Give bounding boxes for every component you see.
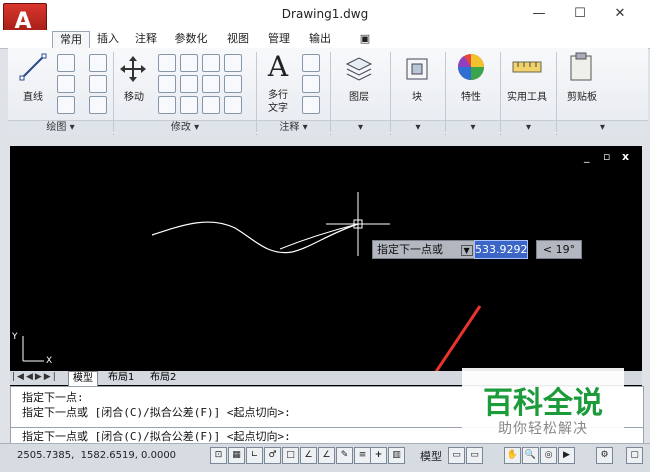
watermark-title: 百科全说 xyxy=(483,386,603,421)
pan-icon[interactable]: ✋ xyxy=(504,447,521,464)
quick-properties-button[interactable]: ▥ xyxy=(388,447,405,464)
move-button-label[interactable]: 移动 xyxy=(116,88,152,103)
tab-home[interactable]: 常用 xyxy=(52,31,90,48)
workspace-switch-icon[interactable]: ⚙ xyxy=(596,447,613,464)
hatch-icon[interactable] xyxy=(89,96,107,114)
draw-panel-label: 绘图 xyxy=(46,122,67,133)
trim-icon[interactable] xyxy=(202,54,220,72)
dynamic-length-input[interactable]: 533.9292 xyxy=(474,240,528,259)
coordinate-readout: 2505.7385, 1582.6519, 0.0000 xyxy=(17,450,177,461)
properties-button-label[interactable]: 特性 xyxy=(452,88,490,103)
ducs-button[interactable]: ∠ xyxy=(318,447,335,464)
clean-screen-button[interactable]: ▢ xyxy=(626,447,643,464)
dynamic-input-prompt: 指定下一点或 ▼ xyxy=(372,240,478,259)
tab-model[interactable]: 模型 xyxy=(68,371,98,387)
watermark-subtitle: 助你轻松解决 xyxy=(498,421,588,437)
utilities-button-label[interactable]: 实用工具 xyxy=(502,88,552,103)
mtext-label-2[interactable]: 文字 xyxy=(260,99,296,114)
utilities-panel-expander[interactable]: ▾ xyxy=(501,120,556,135)
rectangle-icon[interactable] xyxy=(89,75,107,93)
tab-output[interactable]: 输出 xyxy=(304,31,336,47)
stretch-icon[interactable] xyxy=(202,75,220,93)
spline-curve xyxy=(151,221,359,254)
explode-icon[interactable] xyxy=(224,75,242,93)
mirror-icon[interactable] xyxy=(158,75,176,93)
model-space-label[interactable]: 模型 xyxy=(420,448,442,464)
clipboard-button-label[interactable]: 剪贴板 xyxy=(560,88,604,103)
erase-icon[interactable] xyxy=(224,54,242,72)
infer-constraints-button[interactable]: ⊡ xyxy=(210,447,227,464)
zoom-icon[interactable]: 🔍 xyxy=(522,447,539,464)
line-icon[interactable] xyxy=(18,52,48,82)
circle-icon[interactable] xyxy=(57,75,75,93)
block-panel-expander[interactable]: ▾ xyxy=(391,120,445,135)
fillet-icon[interactable] xyxy=(180,75,198,93)
rotate-icon[interactable] xyxy=(180,54,198,72)
polyline-icon[interactable] xyxy=(57,54,75,72)
dynamic-prompt-text: 指定下一点或 xyxy=(377,243,443,256)
grid-button[interactable]: ▦ xyxy=(228,447,245,464)
modify-panel-title[interactable]: 修改 ▾ xyxy=(114,120,256,135)
dynamic-angle-input[interactable]: < 19° xyxy=(536,240,582,259)
ucs-x-label: X xyxy=(46,356,53,366)
measure-tape-icon[interactable] xyxy=(512,56,542,78)
draw-panel-title[interactable]: 绘图 ▾ xyxy=(8,120,113,135)
ribbon-toggle-button[interactable]: ▣ xyxy=(354,31,376,47)
command-history-line: 指定下一点: xyxy=(22,391,84,404)
properties-panel-expander[interactable]: ▾ xyxy=(446,120,500,135)
minimize-button[interactable]: — xyxy=(527,5,551,23)
clipboard-icon[interactable] xyxy=(568,52,594,82)
maximize-button[interactable]: ☐ xyxy=(568,5,592,23)
transparency-button[interactable]: + xyxy=(370,447,387,464)
offset-icon[interactable] xyxy=(224,96,242,114)
osnap-button[interactable]: □ xyxy=(282,447,299,464)
block-icon[interactable] xyxy=(402,54,432,84)
tab-annotate[interactable]: 注释 xyxy=(130,31,162,47)
showmotion-icon[interactable]: ▶ xyxy=(558,447,575,464)
annotation-arrow xyxy=(434,305,482,371)
table-icon[interactable] xyxy=(302,96,320,114)
tab-view[interactable]: 视图 xyxy=(222,31,254,47)
layers-panel-expander[interactable]: ▾ xyxy=(331,120,390,135)
copy-icon[interactable] xyxy=(158,54,176,72)
tab-parametric[interactable]: 参数化 xyxy=(170,31,212,47)
layer-button-label[interactable]: 图层 xyxy=(340,88,378,103)
tab-navigation-arrows[interactable]: |◀◀▶▶| xyxy=(12,372,58,382)
tab-layout2[interactable]: 布局2 xyxy=(146,371,180,385)
block-button-label[interactable]: 块 xyxy=(398,88,436,103)
arc-icon[interactable] xyxy=(57,96,75,114)
quick-view-layouts-button[interactable]: ▭ xyxy=(448,447,465,464)
clipboard-panel-expander[interactable]: ▾ xyxy=(557,120,648,135)
properties-color-wheel-icon[interactable] xyxy=(456,52,486,82)
annotation-panel-label: 注释 xyxy=(279,122,300,133)
options-down-arrow-icon[interactable]: ▼ xyxy=(460,245,473,256)
close-button[interactable]: ✕ xyxy=(608,5,632,23)
ucs-y-label: Y xyxy=(12,332,18,342)
lineweight-button[interactable]: ≡ xyxy=(354,447,371,464)
quick-view-drawings-button[interactable]: ▭ xyxy=(466,447,483,464)
dyn-button[interactable]: ✎ xyxy=(336,447,353,464)
otrack-button[interactable]: ∠ xyxy=(300,447,317,464)
window-title: Drawing1.dwg xyxy=(281,7,369,21)
annotation-panel-title[interactable]: 注释 ▾ xyxy=(257,120,330,135)
line-button-label[interactable]: 直线 xyxy=(14,88,52,103)
steering-wheel-icon[interactable]: ◎ xyxy=(540,447,557,464)
leader-icon[interactable] xyxy=(302,75,320,93)
command-line-text: 指定下一点或 [闭合(C)/拟合公差(F)] <起点切向>: xyxy=(22,430,291,443)
dimension-icon[interactable] xyxy=(302,54,320,72)
match-properties-icon[interactable] xyxy=(158,96,176,114)
command-history-line: 指定下一点或 [闭合(C)/拟合公差(F)] <起点切向>: xyxy=(22,406,291,419)
array-icon[interactable] xyxy=(202,96,220,114)
mtext-icon[interactable]: A xyxy=(264,52,292,82)
ortho-button[interactable]: ∟ xyxy=(246,447,263,464)
tab-manage[interactable]: 管理 xyxy=(263,31,295,47)
move-icon[interactable] xyxy=(118,54,148,84)
rotate-sketch-icon[interactable] xyxy=(89,54,107,72)
scale-icon[interactable] xyxy=(180,96,198,114)
tab-insert[interactable]: 插入 xyxy=(92,31,124,47)
layers-icon[interactable] xyxy=(344,54,374,84)
polar-button[interactable]: ♂ xyxy=(264,447,281,464)
tab-layout1[interactable]: 布局1 xyxy=(104,371,138,385)
modify-panel-label: 修改 xyxy=(170,122,191,133)
